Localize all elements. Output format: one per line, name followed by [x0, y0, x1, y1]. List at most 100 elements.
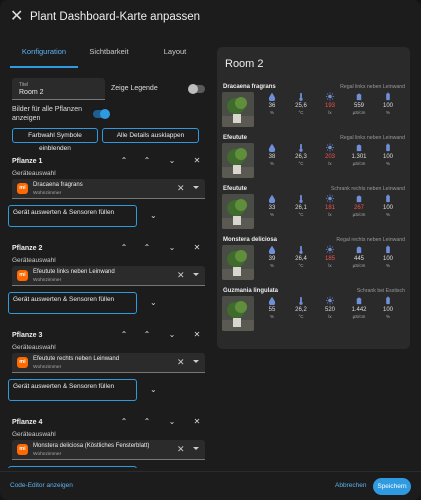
- sensor-cell[interactable]: 26,4 °C: [288, 245, 314, 281]
- sensor-cell[interactable]: 100%: [375, 143, 401, 179]
- delete-icon[interactable]: ✕: [192, 417, 202, 426]
- cancel-button[interactable]: Abbrechen: [335, 482, 366, 489]
- sensor-value: 38: [268, 154, 276, 160]
- sensor-cell[interactable]: 1.442 µS/cm: [346, 296, 372, 332]
- sensor-cell[interactable]: 520 lx: [317, 296, 343, 332]
- clear-icon[interactable]: ✕: [177, 357, 185, 368]
- clear-icon[interactable]: ✕: [177, 183, 185, 194]
- evaluate-device-button[interactable]: Gerät auswerten & Sensoren füllen: [8, 292, 137, 314]
- plant-photo[interactable]: [222, 143, 254, 178]
- card-preview: Room 2 Dracaena fragrans Regal links nebe…: [217, 47, 410, 349]
- sensor-cell[interactable]: 55%: [259, 296, 285, 332]
- delete-icon[interactable]: ✕: [192, 330, 202, 339]
- expand-all-button[interactable]: Alle Details ausklappen: [102, 128, 199, 143]
- plant-name: Monstera deliciosa: [223, 237, 278, 243]
- tab-configuration[interactable]: Konfiguration: [10, 44, 78, 68]
- delete-icon[interactable]: ✕: [192, 243, 202, 252]
- sensor-cell[interactable]: 36%: [259, 92, 285, 128]
- sensor-value: 445: [353, 256, 364, 262]
- evaluate-device-button[interactable]: [8, 466, 137, 468]
- plant-name: Dracaena fragrans: [223, 84, 276, 90]
- expand-chevron-icon[interactable]: ⌄: [150, 385, 157, 394]
- sensor-cell[interactable]: 193 lx: [317, 92, 343, 128]
- plant-photo[interactable]: [222, 194, 254, 229]
- move-up-icon[interactable]: ⌃: [142, 330, 152, 339]
- sensor-unit: lx: [328, 212, 332, 217]
- tab-visibility[interactable]: Sichtbarkeit: [76, 44, 142, 68]
- plant-location: Regal links neben Leinwand: [340, 84, 405, 90]
- clear-icon[interactable]: ✕: [177, 444, 185, 455]
- dropdown-arrow-icon[interactable]: [193, 360, 199, 363]
- move-up-icon[interactable]: ⌃: [142, 243, 152, 252]
- legend-toggle[interactable]: [188, 84, 205, 94]
- sensor-cell[interactable]: 26,1 °C: [288, 194, 314, 230]
- evaluate-device-button[interactable]: Gerät auswerten & Sensoren füllen: [8, 379, 137, 401]
- code-editor-button[interactable]: Code-Editor anzeigen: [10, 482, 73, 489]
- plant-section: Pflanze 4 ⌃ ⌃ ⌄ ✕ Geräteauswahl mi Monst…: [0, 413, 214, 468]
- sensor-cell[interactable]: 100%: [375, 245, 401, 281]
- plant-row: Efeutute Regal links neben Leinwand 38% 26,…: [222, 135, 405, 184]
- expand-chevron-icon[interactable]: ⌄: [150, 298, 157, 307]
- move-top-icon[interactable]: ⌃: [119, 417, 129, 426]
- sensor-cell[interactable]: 445 µS/cm: [346, 245, 372, 281]
- symbol-colors-button[interactable]: Farbwahl Symbole einblenden: [12, 128, 98, 152]
- move-top-icon[interactable]: ⌃: [119, 330, 129, 339]
- move-up-icon[interactable]: ⌃: [142, 417, 152, 426]
- sensor-cell[interactable]: 559 µS/cm: [346, 92, 372, 128]
- plant-row: Dracaena fragrans Regal links neben Leinw…: [222, 84, 405, 133]
- sensor-cell[interactable]: 1.301 µS/cm: [346, 143, 372, 179]
- expand-chevron-icon[interactable]: ⌄: [150, 211, 157, 220]
- plant-row: Monstera deliciosa Regal rechts neben Lei…: [222, 237, 405, 286]
- dropdown-arrow-icon[interactable]: [193, 186, 199, 189]
- sensor-cell[interactable]: 39%: [259, 245, 285, 281]
- sensor-cell[interactable]: 100%: [375, 92, 401, 128]
- plant-photo[interactable]: [222, 296, 254, 331]
- sun-icon: [325, 92, 335, 101]
- sensor-unit: %: [385, 314, 390, 319]
- sensor-cell[interactable]: 185 lx: [317, 245, 343, 281]
- plant-section-title: Pflanze 3: [12, 332, 43, 339]
- sensor-value: 26,3: [295, 154, 307, 160]
- sensor-unit: %: [269, 263, 274, 268]
- device-select[interactable]: mi Dracaena fragrans Wohnzimmer ✕: [12, 179, 205, 199]
- clear-icon[interactable]: ✕: [177, 270, 185, 281]
- device-select[interactable]: mi Efeutute rechts neben Leinwand Wohnzi…: [12, 353, 205, 373]
- dialog-title: Plant Dashboard-Karte anpassen: [30, 11, 201, 23]
- sensor-cell[interactable]: 33%: [259, 194, 285, 230]
- sensor-cell[interactable]: 267 µS/cm: [346, 194, 372, 230]
- sensor-value: 26,1: [295, 205, 307, 211]
- images-toggle[interactable]: [93, 109, 110, 119]
- dropdown-arrow-icon[interactable]: [193, 273, 199, 276]
- device-select[interactable]: mi Efeutute links neben Leinwand Wohnzim…: [12, 266, 205, 286]
- device-select[interactable]: mi Monstera deliciosa (Köstliches Fenste…: [12, 440, 205, 460]
- save-button[interactable]: Speichern: [373, 478, 411, 495]
- sensor-cell[interactable]: 100%: [375, 194, 401, 230]
- sensor-unit: lx: [328, 314, 332, 319]
- move-top-icon[interactable]: ⌃: [119, 243, 129, 252]
- sun-icon: [325, 194, 335, 203]
- sensor-cell[interactable]: 181 lx: [317, 194, 343, 230]
- plant-photo[interactable]: [222, 245, 254, 280]
- sensor-cell[interactable]: 203 lx: [317, 143, 343, 179]
- move-up-icon[interactable]: ⌃: [142, 156, 152, 165]
- move-down-icon[interactable]: ⌄: [167, 156, 177, 165]
- plant-photo[interactable]: [222, 92, 254, 127]
- delete-icon[interactable]: ✕: [192, 156, 202, 165]
- tab-bar: Konfiguration Sichtbarkeit Layout: [10, 44, 208, 68]
- sensor-cell[interactable]: 100%: [375, 296, 401, 332]
- move-down-icon[interactable]: ⌄: [167, 417, 177, 426]
- move-top-icon[interactable]: ⌃: [119, 156, 129, 165]
- water-drop-icon: [268, 143, 276, 152]
- evaluate-device-button[interactable]: Gerät auswerten & Sensoren füllen: [8, 205, 137, 227]
- sensor-cell[interactable]: 38%: [259, 143, 285, 179]
- sensor-cell[interactable]: 26,2 °C: [288, 296, 314, 332]
- dropdown-arrow-icon[interactable]: [193, 447, 199, 450]
- move-down-icon[interactable]: ⌄: [167, 330, 177, 339]
- tab-layout[interactable]: Layout: [142, 44, 208, 68]
- sensor-unit: lx: [328, 110, 332, 115]
- sensor-cell[interactable]: 25,6 °C: [288, 92, 314, 128]
- sensor-cell[interactable]: 26,3 °C: [288, 143, 314, 179]
- move-down-icon[interactable]: ⌄: [167, 243, 177, 252]
- title-field[interactable]: Titel Room 2: [12, 78, 105, 100]
- close-icon[interactable]: ✕: [10, 9, 24, 25]
